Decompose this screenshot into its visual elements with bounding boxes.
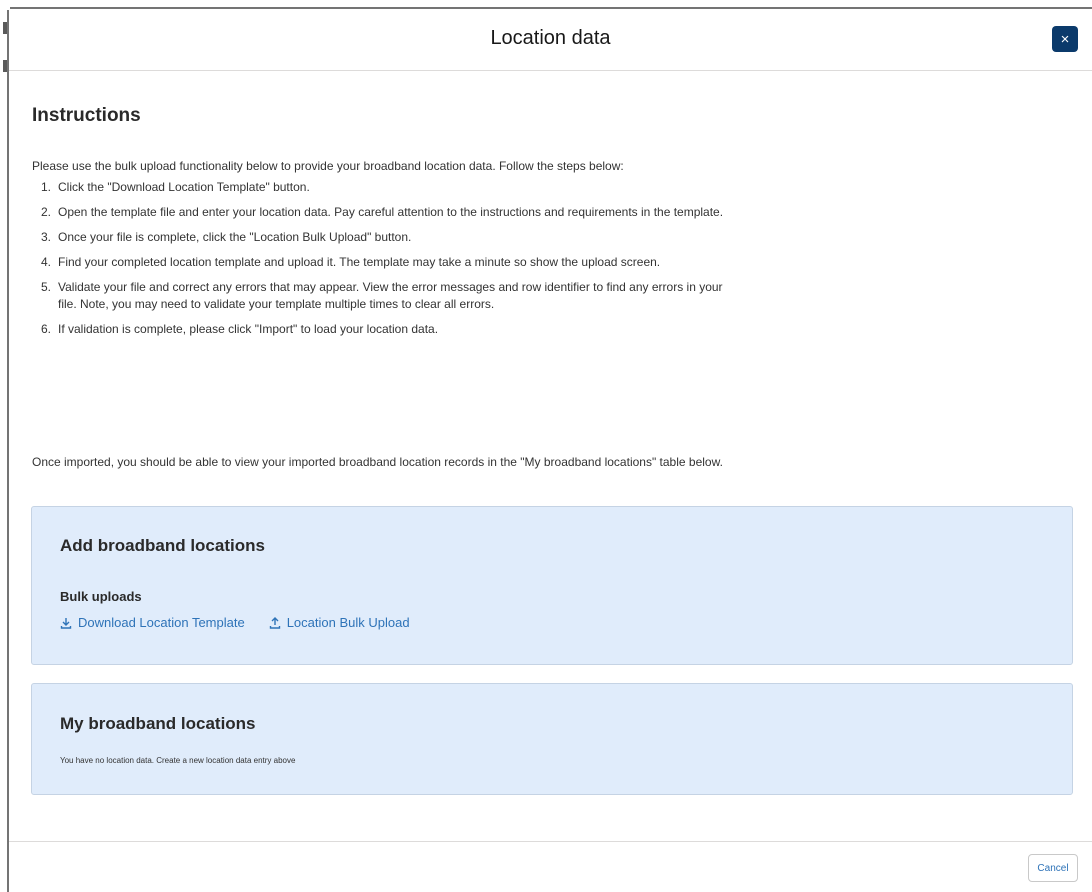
bulk-uploads-label: Bulk uploads [60,589,142,604]
empty-state-message: You have no location data. Create a new … [60,756,296,765]
bulk-upload-links: Download Location Template Location Bulk… [60,615,410,630]
location-bulk-upload-link[interactable]: Location Bulk Upload [269,615,410,630]
my-locations-title: My broadband locations [60,714,256,733]
modal-header: Location data × [9,9,1092,71]
download-template-label: Download Location Template [78,615,245,630]
instruction-step: 4. Find your completed location template … [41,255,661,269]
upload-icon [269,616,280,629]
background-window-edge-top [0,0,1092,9]
location-data-modal: Location data × Instructions Please use … [9,9,1092,892]
modal-footer: Cancel [9,841,1092,892]
add-locations-title: Add broadband locations [60,536,265,555]
instructions-steps-list: 1. Click the "Download Location Template"… [32,179,732,346]
add-broadband-locations-card: Add broadband locations Bulk uploads Dow… [31,506,1073,665]
download-icon [60,617,72,629]
download-location-template-link[interactable]: Download Location Template [60,615,245,630]
close-button[interactable]: × [1052,26,1078,52]
instruction-step: 6. If validation is complete, please clic… [41,322,439,336]
modal-title: Location data [490,27,611,49]
instructions-heading: Instructions [32,105,141,126]
instruction-step: 1. Click the "Download Location Template"… [41,180,310,194]
close-icon: × [1060,30,1070,48]
modal-body[interactable]: Instructions Please use the bulk upload … [9,71,1092,841]
instruction-step: 3. Once your file is complete, click the … [41,230,412,244]
cancel-button[interactable]: Cancel [1028,854,1078,882]
instruction-step: 5. Validate your file and correct any err… [41,280,723,311]
instructions-outro: Once imported, you should be able to vie… [32,455,723,469]
instructions-intro: Please use the bulk upload functionality… [32,159,624,173]
bulk-upload-label: Location Bulk Upload [286,615,410,630]
instruction-step: 2. Open the template file and enter your … [41,205,724,219]
my-broadband-locations-card: My broadband locations You have no locat… [31,683,1073,795]
